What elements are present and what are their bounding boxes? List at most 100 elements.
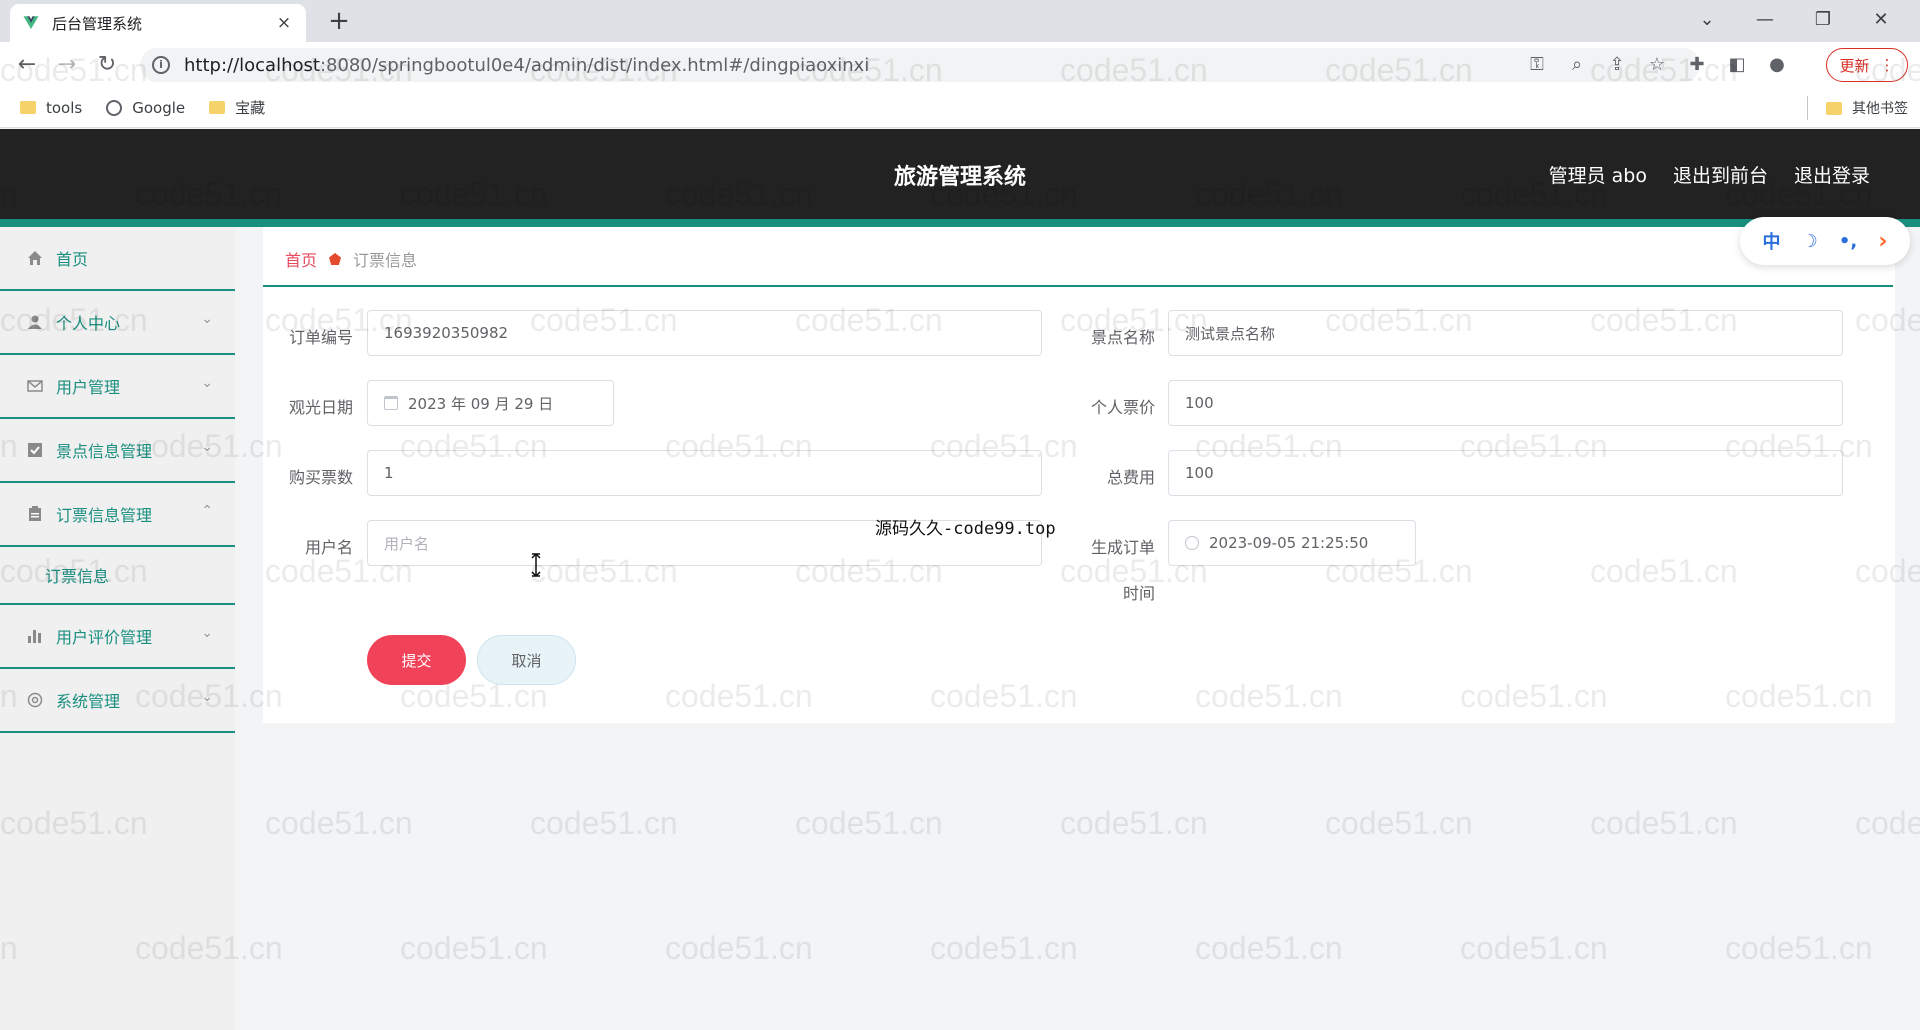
minimize-icon[interactable]: — [1736, 6, 1794, 34]
other-bookmarks[interactable]: 其他书签 [1826, 98, 1908, 118]
forward-icon[interactable]: → [52, 50, 82, 80]
breadcrumb-home[interactable]: 首页 [285, 247, 317, 271]
header-accent-stripe [0, 219, 1920, 227]
close-window-icon[interactable]: ✕ [1852, 6, 1910, 34]
breadcrumb: 首页 订票信息 [285, 247, 417, 271]
text-cursor-icon [531, 552, 541, 578]
bookmarks-bar: tools Google 宝藏 其他书签 [0, 88, 1920, 128]
watermark-text: code51.cn [1325, 805, 1473, 841]
sidebar-item-label: 首页 [56, 250, 89, 269]
order-no-field[interactable]: 1693920350982 [367, 310, 1042, 356]
sidebar-item-tickets[interactable]: 订票信息管理 ⌃ [0, 483, 235, 547]
logout-link[interactable]: 退出登录 [1794, 161, 1870, 188]
language-toggle[interactable]: 中 [1763, 228, 1781, 254]
folder-icon [1826, 101, 1842, 115]
watermark-text: code51.cn [1195, 930, 1343, 966]
chevron-right-icon[interactable]: › [1878, 229, 1887, 254]
sidebar-item-personal[interactable]: 个人中心 ⌄ [0, 291, 235, 355]
url-path: :8080/springbootul0e4/admin/dist/index.h… [319, 54, 870, 76]
tab-close-icon[interactable]: × [274, 13, 294, 33]
profile-icon[interactable]: ● [1764, 50, 1790, 80]
created-time-label-line2: 时间 [1122, 584, 1155, 603]
floating-toolbar: 中 ☽ •, › [1740, 217, 1910, 265]
update-button[interactable]: 更新 ⋮ [1826, 48, 1908, 82]
folder-icon [209, 101, 226, 114]
new-tab-button[interactable]: + [324, 6, 354, 36]
sidebar-item-label: 用户管理 [56, 378, 121, 397]
sidebar-item-label: 用户评价管理 [56, 628, 153, 647]
sidebar: 首页 个人中心 ⌄ 用户管理 ⌄ 景点信息管理 ⌄ 订票信息管理 ⌃ 订票信息 … [0, 227, 235, 1030]
cancel-button[interactable]: 取消 [477, 635, 576, 685]
chevron-down-icon: ⌄ [201, 375, 213, 391]
ticket-count-field[interactable]: 1 [367, 450, 1042, 496]
zoom-icon[interactable]: ⌕ [1564, 50, 1590, 80]
dots-icon[interactable]: •, [1839, 231, 1857, 252]
visit-date-picker[interactable]: 2023 年 09 月 29 日 [367, 380, 614, 426]
user-icon [26, 313, 44, 331]
order-no-label: 订单编号 [288, 328, 353, 347]
submenu-label: 订票信息 [45, 567, 110, 586]
url-host: http://localhost [184, 54, 320, 76]
sidepanel-icon[interactable]: ◧ [1724, 50, 1750, 80]
total-label: 总费用 [1106, 468, 1155, 487]
watermark-text: code51.cn [265, 805, 413, 841]
bookmark-separator [1807, 96, 1808, 120]
spot-name-field[interactable]: 测试景点名称 [1168, 310, 1843, 356]
bookmark-google[interactable]: Google [106, 99, 185, 117]
chevron-down-icon: ⌄ [201, 311, 213, 327]
window-controls: ⌄ — ❐ ✕ [1678, 6, 1910, 34]
spot-name-value: 测试景点名称 [1185, 324, 1276, 343]
other-bookmarks-label: 其他书签 [1852, 101, 1908, 117]
price-field[interactable]: 100 [1168, 380, 1843, 426]
sidebar-item-users[interactable]: 用户管理 ⌄ [0, 355, 235, 419]
bookmark-label: Google [132, 98, 186, 117]
overlay-caption: 源码久久-code99.top [875, 519, 1056, 539]
sidebar-item-home[interactable]: 首页 [0, 227, 235, 291]
reload-icon[interactable]: ↻ [92, 50, 122, 80]
submit-button[interactable]: 提交 [367, 635, 466, 685]
bookmark-treasure[interactable]: 宝藏 [209, 97, 265, 118]
bookmark-label: 宝藏 [235, 99, 266, 117]
watermark-text: code51.cn [1590, 805, 1738, 841]
site-info-icon[interactable]: i [152, 56, 170, 74]
total-field[interactable]: 100 [1168, 450, 1843, 496]
watermark-text: code51.cn [400, 930, 548, 966]
restore-icon[interactable]: ❐ [1794, 6, 1852, 34]
sidebar-item-reviews[interactable]: 用户评价管理 ⌄ [0, 605, 235, 669]
share-icon[interactable]: ⇪ [1604, 50, 1630, 80]
vue-logo-icon [23, 16, 39, 29]
created-time-picker[interactable]: 2023-09-05 21:25:50 [1168, 520, 1416, 566]
back-icon[interactable]: ← [12, 50, 42, 80]
sidebar-item-label: 景点信息管理 [56, 442, 153, 461]
sidebar-item-spots[interactable]: 景点信息管理 ⌄ [0, 419, 235, 483]
clipboard-icon [26, 505, 44, 523]
browser-tab[interactable]: 后台管理系统 × [10, 4, 306, 42]
sidebar-item-system[interactable]: 系统管理 ⌄ [0, 669, 235, 733]
created-time-value: 2023-09-05 21:25:50 [1209, 534, 1369, 552]
chevron-down-icon: ⌄ [201, 439, 213, 455]
bar-chart-icon [26, 627, 44, 645]
bookmark-star-icon[interactable]: ☆ [1644, 50, 1670, 80]
app-header: 旅游管理系统 管理员 abo 退出到前台 退出登录 [0, 129, 1920, 219]
sidebar-item-label: 个人中心 [56, 314, 121, 333]
address-bar[interactable]: i http://localhost:8080/springbootul0e4/… [140, 48, 1700, 82]
visit-date-value: 2023 年 09 月 29 日 [408, 394, 554, 413]
folder-icon [20, 101, 36, 114]
chevron-down-icon: ⌄ [201, 625, 213, 641]
sidebar-item-label: 订票信息管理 [56, 506, 153, 525]
bookmark-tools[interactable]: tools [20, 99, 82, 117]
back-to-frontend-link[interactable]: 退出到前台 [1673, 161, 1768, 188]
visit-date-label: 观光日期 [288, 398, 353, 417]
submenu-ticket-info[interactable]: 订票信息 [0, 547, 235, 605]
globe-icon [106, 99, 123, 116]
watermark-text: code51.cn [1460, 930, 1608, 966]
password-key-icon[interactable]: ⚿ [1524, 50, 1550, 80]
created-time-label-line1: 生成订单 [1090, 538, 1155, 557]
moon-icon[interactable]: ☽ [1802, 231, 1818, 252]
url-text: http://localhost:8080/springbootul0e4/ad… [184, 55, 869, 76]
extensions-icon[interactable]: ✚ [1684, 50, 1710, 80]
bookmark-label: tools [46, 98, 83, 117]
tab-search-icon[interactable]: ⌄ [1678, 6, 1736, 34]
ticket-count-value: 1 [384, 464, 394, 482]
more-menu-icon[interactable]: ⋮ [1880, 56, 1895, 74]
